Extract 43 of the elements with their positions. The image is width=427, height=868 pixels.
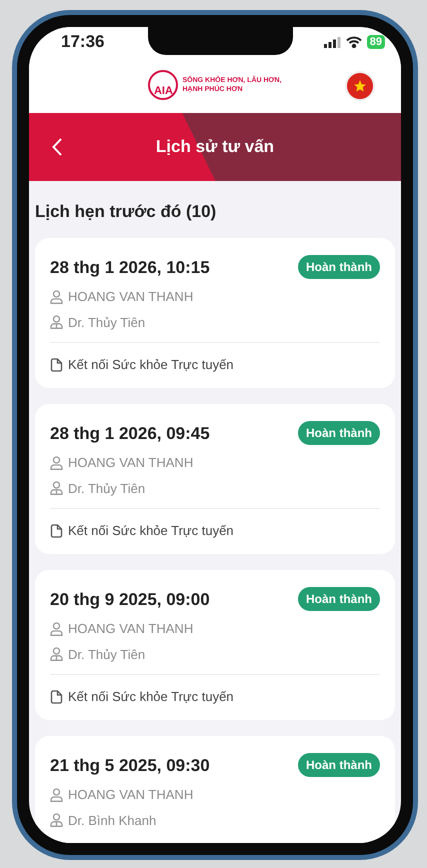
status-badge: Hoàn thành xyxy=(298,421,380,446)
person-icon xyxy=(50,456,63,470)
page-title: Lịch sử tư vấn xyxy=(156,136,274,158)
person-icon xyxy=(50,290,63,304)
status-badge: Hoàn thành xyxy=(298,587,380,612)
document-icon xyxy=(50,358,63,372)
appointment-datetime: 21 thg 5 2025, 09:30 xyxy=(50,754,210,777)
doctor-name: Dr. Thủy Tiên xyxy=(68,314,146,332)
section-title: Lịch hẹn trước đó (10) xyxy=(35,201,218,223)
doctor-name: Dr. Bình Khanh xyxy=(68,812,156,830)
status-time: 17:36 xyxy=(61,31,104,54)
patient-name: HOANG VAN THANH xyxy=(68,288,194,306)
flag-icon[interactable] xyxy=(345,71,375,101)
patient-name: HOANG VAN THANH xyxy=(68,786,194,804)
appointment-datetime: 28 thg 1 2026, 10:15 xyxy=(50,256,210,279)
signal-icon xyxy=(324,36,341,48)
wifi-icon xyxy=(346,36,362,48)
appointment-card[interactable]: 20 thg 9 2025, 09:00 Hoàn thành HOANG VAN THANH Dr. Thủy Tiên Kết nối Sức khỏe Trực tuyến xyxy=(35,570,395,720)
person-icon xyxy=(50,622,63,636)
appointment-datetime: 28 thg 1 2026, 09:45 xyxy=(50,422,210,445)
battery-indicator: 89 xyxy=(366,35,385,49)
doctor-name: Dr. Thủy Tiên xyxy=(68,646,146,664)
appointment-datetime: 20 thg 9 2025, 09:00 xyxy=(50,588,210,611)
document-icon xyxy=(50,524,63,538)
service-name: Kết nối Sức khỏe Trực tuyến xyxy=(68,356,234,374)
status-badge: Hoàn thành xyxy=(298,255,380,280)
appointment-card[interactable]: 21 thg 5 2025, 09:30 Hoàn thành HOANG VAN THANH Dr. Bình Khanh xyxy=(35,736,395,843)
appointment-card[interactable]: 28 thg 1 2026, 10:15 Hoàn thành HOANG VAN THANH Dr. Thủy Tiên Kết nối Sức khỏe Trực tuyến xyxy=(35,238,395,388)
service-name: Kết nối Sức khỏe Trực tuyến xyxy=(68,688,234,706)
service-name: Kết nối Sức khỏe Trực tuyến xyxy=(68,522,234,540)
doctor-name: Dr. Thủy Tiên xyxy=(68,480,146,498)
doctor-icon xyxy=(50,315,63,330)
doctor-icon xyxy=(50,481,63,496)
document-icon xyxy=(50,690,63,704)
doctor-icon xyxy=(50,647,63,662)
doctor-icon xyxy=(50,813,63,828)
patient-name: HOANG VAN THANH xyxy=(68,454,194,472)
appointment-card[interactable]: 28 thg 1 2026, 09:45 Hoàn thành HOANG VAN THANH Dr. Thủy Tiên Kết nối Sức khỏe Trực tuyến xyxy=(35,404,395,554)
patient-name: HOANG VAN THANH xyxy=(68,620,194,638)
status-badge: Hoàn thành xyxy=(298,753,380,778)
aia-logo: AIA xyxy=(148,70,178,100)
person-icon xyxy=(50,788,63,802)
chevron-left-icon xyxy=(52,138,62,156)
